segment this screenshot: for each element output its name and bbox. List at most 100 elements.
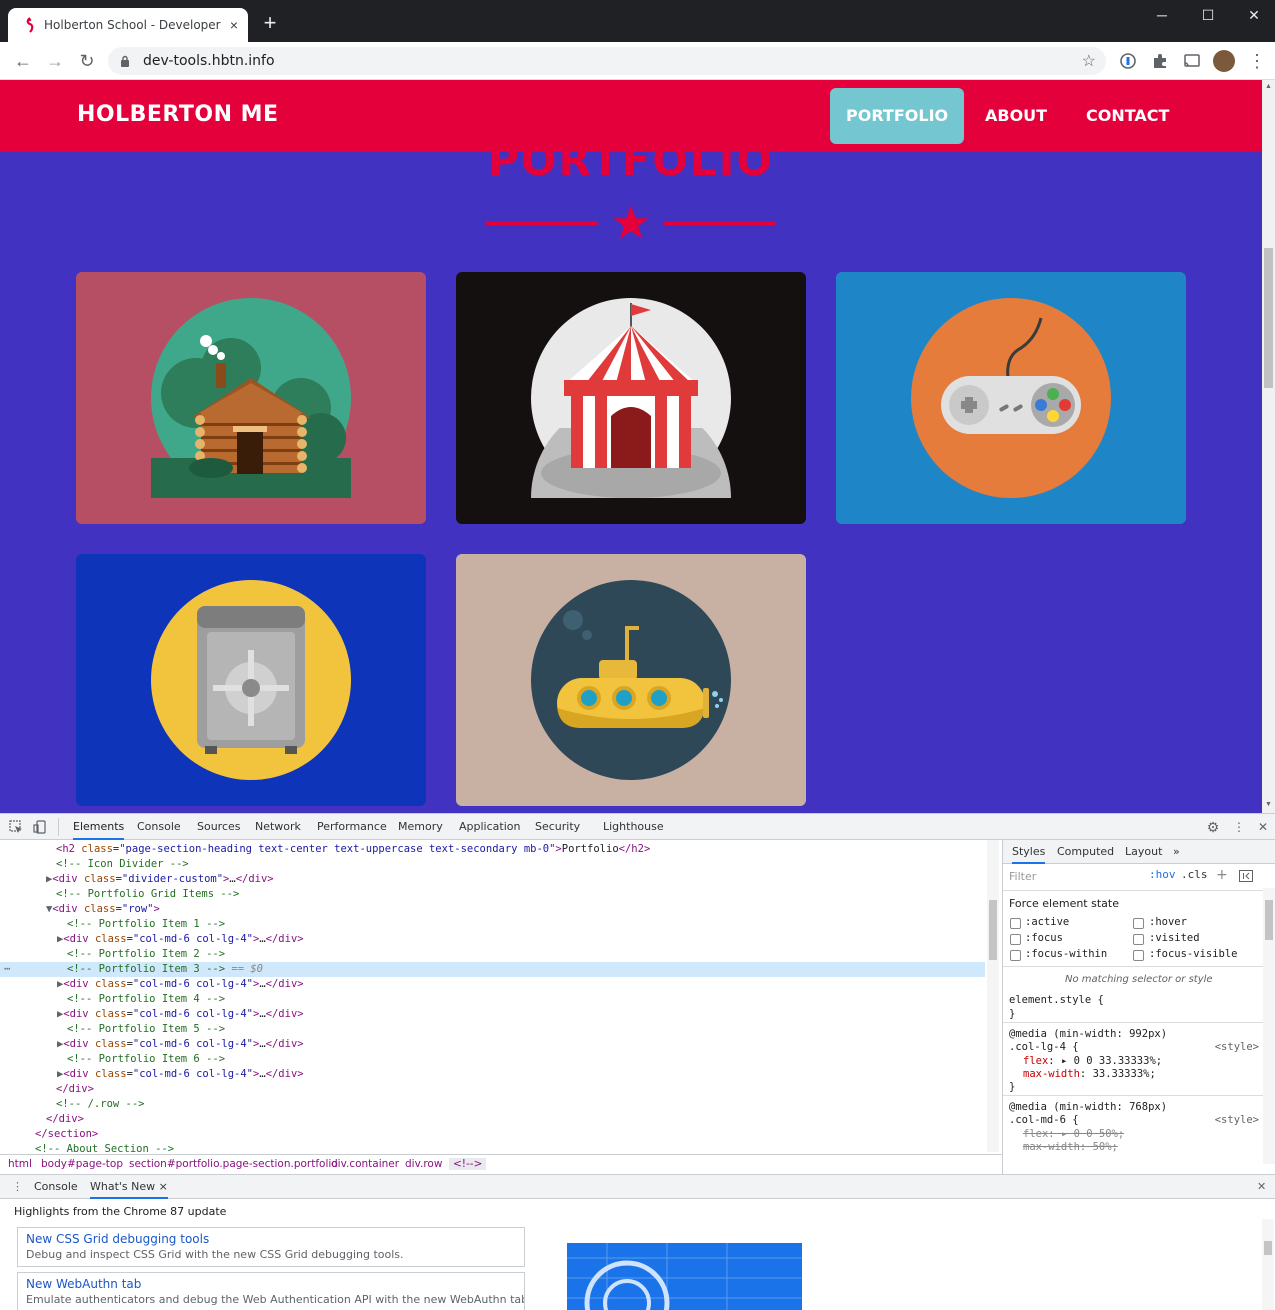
checkbox-focus-visible[interactable] xyxy=(1133,950,1144,961)
scroll-down-icon[interactable]: ▼ xyxy=(1264,800,1273,810)
tab-console[interactable]: Console xyxy=(137,814,181,840)
rule-col-md-6-selector[interactable]: .col-md-6 { xyxy=(1009,1114,1079,1126)
checkbox-focus-within[interactable] xyxy=(1010,950,1021,961)
drawer-scrollbar[interactable] xyxy=(1262,1219,1274,1310)
drawer-menu-icon[interactable]: ⋮ xyxy=(12,1175,23,1199)
breadcrumb-section[interactable]: section#portfolio.page-section.portfolio xyxy=(129,1158,338,1170)
drawer-tab-console[interactable]: Console xyxy=(34,1175,78,1199)
tab-computed[interactable]: Computed xyxy=(1057,840,1114,864)
dom-node-line[interactable]: <!-- Portfolio Item 1 --> xyxy=(0,917,985,932)
profile-avatar[interactable] xyxy=(1213,50,1235,72)
device-toolbar-icon[interactable] xyxy=(33,820,47,834)
element-style-rule[interactable]: element.style { xyxy=(1009,994,1104,1006)
inspect-element-icon[interactable] xyxy=(9,820,23,834)
checkbox-visited[interactable] xyxy=(1133,934,1144,945)
address-bar[interactable]: dev-tools.hbtn.info ☆ xyxy=(108,47,1106,75)
portfolio-item-circus[interactable] xyxy=(456,272,806,524)
settings-gear-icon[interactable]: ⚙ xyxy=(1206,820,1220,834)
dom-node-line[interactable]: ▶<div class="col-md-6 col-lg-4">…</div> xyxy=(0,977,985,992)
dom-node-line[interactable]: ▶<div class="col-md-6 col-lg-4">…</div> xyxy=(0,1067,985,1082)
news-title[interactable]: New CSS Grid debugging tools xyxy=(26,1232,209,1246)
dom-node-line[interactable]: <!-- Portfolio Item 2 --> xyxy=(0,947,985,962)
breadcrumb-comment[interactable]: <!--> xyxy=(449,1158,487,1170)
tab-sources[interactable]: Sources xyxy=(197,814,241,840)
reload-icon[interactable]: ↻ xyxy=(76,50,98,72)
tab-close-icon[interactable]: × xyxy=(226,17,242,33)
dom-node-line[interactable]: <h2 class="page-section-heading text-cen… xyxy=(0,842,985,857)
tab-performance[interactable]: Performance xyxy=(317,814,387,840)
back-arrow-icon[interactable]: ← xyxy=(12,50,34,72)
dom-node-line[interactable]: </section> xyxy=(0,1127,985,1142)
new-rule-icon[interactable]: + xyxy=(1216,867,1228,883)
dom-node-line[interactable]: ▶<div class="col-md-6 col-lg-4">…</div> xyxy=(0,1007,985,1022)
prop-flex-md[interactable]: flex: ▸ 0 0 50%; xyxy=(1023,1128,1124,1140)
tab-security[interactable]: Security xyxy=(535,814,580,840)
hov-toggle[interactable]: :hov xyxy=(1149,868,1176,881)
prop-max-width-md[interactable]: max-width: 50%; xyxy=(1023,1141,1118,1153)
page-scrollbar[interactable]: ▲ ▼ xyxy=(1262,80,1275,813)
drawer-close-icon[interactable]: ✕ xyxy=(1257,1175,1266,1199)
tab-styles[interactable]: Styles xyxy=(1012,840,1046,864)
checkbox-hover[interactable] xyxy=(1133,918,1144,929)
portfolio-item-safe[interactable] xyxy=(76,554,426,806)
menu-kebab-icon[interactable]: ⋮ xyxy=(1246,50,1268,72)
drawer-scrollbar-thumb[interactable] xyxy=(1264,1241,1272,1255)
page-scrollbar-thumb[interactable] xyxy=(1264,248,1273,388)
tab-memory[interactable]: Memory xyxy=(398,814,443,840)
dom-node-line[interactable]: <!-- Portfolio Item 5 --> xyxy=(0,1022,985,1037)
more-tabs-icon[interactable]: » xyxy=(1173,840,1180,864)
elements-scrollbar[interactable] xyxy=(987,840,999,1152)
news-title[interactable]: New WebAuthn tab xyxy=(26,1277,141,1291)
extensions-puzzle-icon[interactable] xyxy=(1151,52,1169,70)
news-item[interactable]: New CSS Grid debugging tools Debug and i… xyxy=(17,1227,525,1267)
portfolio-item-game[interactable] xyxy=(836,272,1186,524)
site-brand[interactable]: HOLBERTON ME xyxy=(77,102,279,127)
news-item[interactable]: New WebAuthn tab Emulate authenticators … xyxy=(17,1272,525,1310)
nav-portfolio[interactable]: PORTFOLIO xyxy=(830,88,965,144)
dom-node-line[interactable]: ▶<div class="col-md-6 col-lg-4">…</div> xyxy=(0,932,985,947)
cls-toggle[interactable]: .cls xyxy=(1181,868,1208,881)
dom-node-line[interactable]: <!-- Portfolio Item 3 --> == $0 ⋯ xyxy=(0,962,985,977)
toggle-sidebar-icon[interactable] xyxy=(1239,870,1253,882)
maximize-icon[interactable]: ☐ xyxy=(1185,4,1231,28)
nav-contact[interactable]: CONTACT xyxy=(1070,88,1185,144)
drawer-tab-whats-new[interactable]: What's New × xyxy=(90,1175,168,1199)
new-tab-button[interactable]: + xyxy=(260,12,280,34)
breadcrumb-row[interactable]: div.row xyxy=(405,1158,442,1170)
dom-node-line[interactable]: <!-- Portfolio Grid Items --> xyxy=(0,887,985,902)
styles-scrollbar-thumb[interactable] xyxy=(1265,900,1273,940)
dom-node-line[interactable]: </div> xyxy=(0,1112,985,1127)
forward-arrow-icon[interactable]: → xyxy=(44,50,66,72)
rule-col-lg-4-selector[interactable]: .col-lg-4 { xyxy=(1009,1041,1079,1053)
tab-network[interactable]: Network xyxy=(255,814,301,840)
elements-scrollbar-thumb[interactable] xyxy=(989,900,997,960)
scroll-up-icon[interactable]: ▲ xyxy=(1264,82,1273,92)
extension-shield-icon[interactable] xyxy=(1119,52,1137,70)
node-actions-icon[interactable]: ⋯ xyxy=(4,962,10,977)
portfolio-item-cabin[interactable] xyxy=(76,272,426,524)
cast-icon[interactable] xyxy=(1183,52,1201,70)
portfolio-item-submarine[interactable] xyxy=(456,554,806,806)
tab-elements[interactable]: Elements xyxy=(73,814,125,840)
checkbox-focus[interactable] xyxy=(1010,934,1021,945)
tab-lighthouse[interactable]: Lighthouse xyxy=(603,814,664,840)
tab-application[interactable]: Application xyxy=(459,814,520,840)
rule-col-lg-4-source[interactable]: <style> xyxy=(1215,1041,1259,1053)
checkbox-active[interactable] xyxy=(1010,918,1021,929)
dom-node-line[interactable]: ▶<div class="divider-custom">…</div> xyxy=(0,872,985,887)
dom-node-line[interactable]: ▼<div class="row"> xyxy=(0,902,985,917)
dom-node-line[interactable]: <!-- Icon Divider --> xyxy=(0,857,985,872)
tab-layout[interactable]: Layout xyxy=(1125,840,1162,864)
window-close-icon[interactable]: ✕ xyxy=(1231,4,1275,28)
prop-max-width-lg[interactable]: max-width: 33.33333%; xyxy=(1023,1068,1156,1080)
prop-flex-lg[interactable]: flex: ▸ 0 0 33.33333%; xyxy=(1023,1055,1162,1067)
breadcrumb-body[interactable]: body#page-top xyxy=(41,1158,123,1170)
devtools-menu-icon[interactable]: ⋮ xyxy=(1232,820,1246,834)
nav-about[interactable]: ABOUT xyxy=(969,88,1063,144)
styles-scrollbar[interactable] xyxy=(1263,888,1275,1164)
browser-tab[interactable]: Holberton School - Developer to × xyxy=(8,8,248,42)
dom-node-line[interactable]: <!-- Portfolio Item 4 --> xyxy=(0,992,985,1007)
styles-filter-input[interactable]: Filter xyxy=(1009,870,1139,886)
devtools-close-icon[interactable]: ✕ xyxy=(1256,820,1270,834)
minimize-icon[interactable]: ─ xyxy=(1139,4,1185,28)
